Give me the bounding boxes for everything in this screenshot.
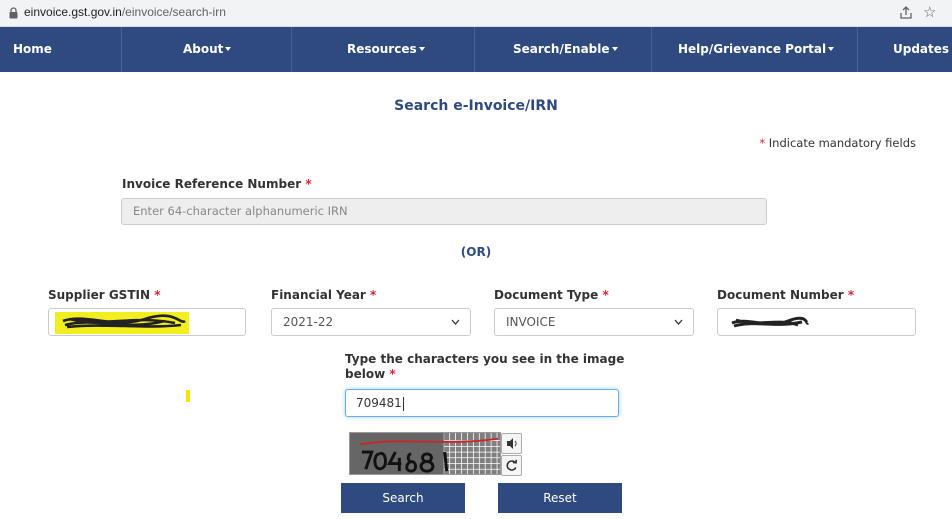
- nav-divider: [857, 27, 858, 72]
- required-star: *: [847, 288, 855, 302]
- bookmark-star-icon[interactable]: ☆: [923, 2, 936, 22]
- captcha-refresh-button[interactable]: [501, 455, 522, 476]
- nav-updates[interactable]: Updates: [893, 27, 949, 72]
- nav-resources-label: Resources: [347, 42, 417, 56]
- captcha-label: Type the characters you see in the image…: [345, 352, 624, 382]
- nav-about[interactable]: About: [183, 27, 232, 72]
- captcha-input-value: 709481: [356, 396, 402, 410]
- reset-button[interactable]: Reset: [498, 483, 622, 513]
- supplier-gstin-label: Supplier GSTIN *: [48, 288, 160, 302]
- nav-help-grievance[interactable]: Help/Grievance Portal: [678, 27, 835, 72]
- captcha-input[interactable]: 709481: [345, 389, 619, 417]
- nav-home-label: Home: [13, 42, 52, 56]
- nav-divider: [291, 27, 292, 72]
- irn-label-text: Invoice Reference Number: [122, 177, 302, 191]
- nav-updates-label: Updates: [893, 42, 950, 56]
- refresh-icon: [506, 459, 518, 471]
- required-star: *: [389, 367, 396, 381]
- text-cursor: [402, 396, 404, 411]
- mandatory-note: * Indicate mandatory fields: [759, 136, 916, 150]
- financial-year-value: 2021-22: [283, 315, 334, 329]
- required-star: *: [154, 288, 161, 302]
- irn-label: Invoice Reference Number *: [122, 177, 312, 191]
- document-type-value: INVOICE: [506, 315, 556, 329]
- nav-help-label: Help/Grievance Portal: [678, 42, 827, 56]
- browser-address-bar[interactable]: einvoice.gst.gov.in/einvoice/search-irn …: [0, 0, 952, 27]
- captcha-image-icon: [349, 432, 501, 475]
- highlight-mark: [186, 390, 190, 402]
- financial-year-label-text: Financial Year: [271, 288, 366, 302]
- url-host: einvoice.gst.gov.in: [24, 5, 122, 19]
- lock-icon: [9, 7, 18, 19]
- document-type-label-text: Document Type: [494, 288, 599, 302]
- mandatory-note-text: Indicate mandatory fields: [768, 136, 916, 150]
- redaction-scribble: [55, 312, 189, 334]
- required-star: *: [305, 177, 312, 191]
- redaction-scribble: [731, 316, 810, 328]
- required-star: *: [602, 288, 609, 302]
- main-nav: Home About Resources Search/Enable Help/…: [0, 27, 952, 72]
- required-star: *: [370, 288, 377, 302]
- supplier-gstin-input[interactable]: [48, 308, 246, 336]
- caret-down-icon: [828, 46, 835, 51]
- nav-divider: [474, 27, 475, 72]
- captcha-audio-button[interactable]: [501, 433, 522, 454]
- caret-down-icon: [611, 46, 618, 51]
- nav-search-enable-label: Search/Enable: [513, 42, 610, 56]
- captcha-label-line2: below: [345, 367, 386, 381]
- url-path: /einvoice/search-irn: [121, 5, 226, 19]
- document-type-label: Document Type *: [494, 288, 609, 302]
- document-number-label-text: Document Number: [717, 288, 844, 302]
- caret-down-icon: [418, 46, 425, 51]
- caret-down-icon: [225, 46, 232, 51]
- nav-divider: [121, 27, 122, 72]
- chevron-down-icon: [451, 319, 460, 325]
- nav-divider: [651, 27, 652, 72]
- nav-home[interactable]: Home: [13, 27, 52, 72]
- document-type-select[interactable]: INVOICE: [494, 308, 694, 336]
- search-button[interactable]: Search: [341, 483, 465, 513]
- document-number-input[interactable]: [717, 308, 916, 336]
- page-title: Search e-Invoice/IRN: [394, 98, 558, 114]
- or-divider-text: (OR): [460, 245, 492, 259]
- speaker-icon: [507, 438, 517, 449]
- captcha-label-line1: Type the characters you see in the image: [345, 352, 625, 366]
- nav-search-enable[interactable]: Search/Enable: [513, 27, 618, 72]
- chevron-down-icon: [674, 319, 683, 325]
- supplier-gstin-label-text: Supplier GSTIN: [48, 288, 151, 302]
- required-star: *: [759, 136, 766, 150]
- share-icon[interactable]: [898, 5, 914, 21]
- financial-year-select[interactable]: 2021-22: [271, 308, 471, 336]
- nav-resources[interactable]: Resources: [347, 27, 425, 72]
- nav-about-label: About: [183, 42, 224, 56]
- irn-input[interactable]: Enter 64-character alphanumeric IRN: [121, 198, 767, 225]
- url-text[interactable]: einvoice.gst.gov.in/einvoice/search-irn: [24, 5, 226, 19]
- financial-year-label: Financial Year *: [271, 288, 376, 302]
- document-number-label: Document Number *: [717, 288, 854, 302]
